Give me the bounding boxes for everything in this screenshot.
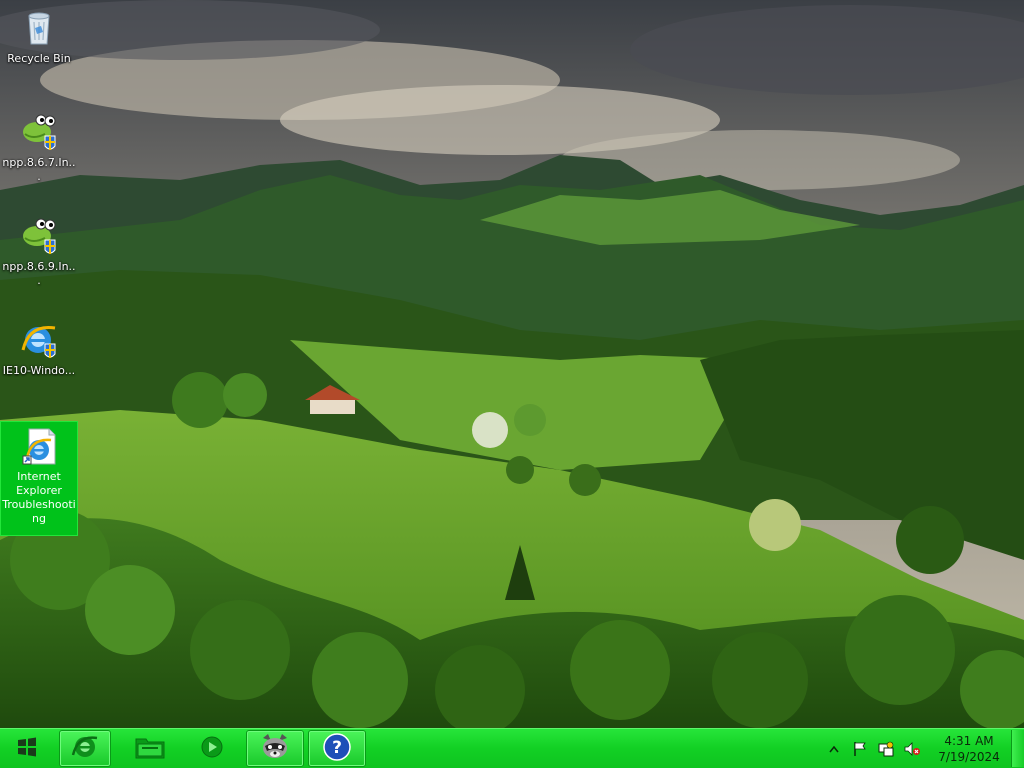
show-hidden-icons-chevron-icon[interactable] [825, 740, 843, 758]
raccoon-icon [259, 732, 291, 766]
taskbar-media-player-button[interactable] [190, 730, 234, 767]
network-icon[interactable] [877, 740, 895, 758]
desktop[interactable]: Recycle Bin npp.8.6.7.In... npp.8.6.9.In… [0, 0, 1024, 768]
taskbar-windows-explorer-button[interactable] [128, 730, 172, 767]
volume-muted-icon[interactable] [903, 740, 921, 758]
desktop-icon-label: Recycle Bin [7, 52, 71, 65]
clock[interactable]: 4:31 AM 7/19/2024 [931, 733, 1007, 765]
windows-logo-icon [16, 736, 38, 762]
desktop-icon-npp-8-6-7-installer[interactable]: npp.8.6.7.In... [0, 108, 78, 183]
desktop-icon-npp-8-6-9-installer[interactable]: npp.8.6.9.In... [0, 212, 78, 287]
taskbar-help-button[interactable]: ? [308, 730, 366, 767]
taskbar[interactable]: ? 4:31 AM 7/19/2024 [0, 728, 1024, 768]
taskbar-internet-explorer-button[interactable] [59, 730, 111, 767]
desktop-icon-label: Internet Explorer Troubleshooting [2, 470, 76, 525]
action-center-flag-icon[interactable] [851, 740, 869, 758]
start-button[interactable] [0, 730, 54, 767]
desktop-icon-ie-troubleshooting[interactable]: Internet Explorer Troubleshooting [0, 421, 78, 536]
media-player-icon [199, 734, 225, 764]
notepad-plus-plus-icon [19, 112, 59, 152]
internet-explorer-icon [70, 732, 100, 766]
desktop-icon-ie10-windows-update[interactable]: IE10-Windo... [0, 316, 78, 388]
desktop-icon-label: npp.8.6.9.In... [2, 260, 76, 287]
internet-explorer-icon [19, 320, 59, 360]
svg-text:?: ? [332, 738, 342, 758]
system-tray: 4:31 AM 7/19/2024 [821, 729, 1024, 768]
show-desktop-button[interactable] [1011, 730, 1024, 767]
clock-time: 4:31 AM [944, 733, 994, 748]
clock-date: 7/19/2024 [938, 749, 1000, 764]
help-icon: ? [322, 732, 352, 766]
desktop-icon-label: IE10-Windo... [2, 364, 76, 377]
desktop-icon-label: npp.8.6.7.In... [2, 156, 76, 183]
taskbar-raccoon-app-button[interactable] [246, 730, 304, 767]
desktop-wallpaper [0, 0, 1024, 728]
notepad-plus-plus-icon [19, 216, 59, 256]
ie-troubleshooting-icon [19, 426, 59, 466]
desktop-icon-recycle-bin[interactable]: Recycle Bin [0, 4, 78, 76]
recycle-bin-icon [19, 8, 59, 48]
folder-icon [134, 734, 166, 764]
